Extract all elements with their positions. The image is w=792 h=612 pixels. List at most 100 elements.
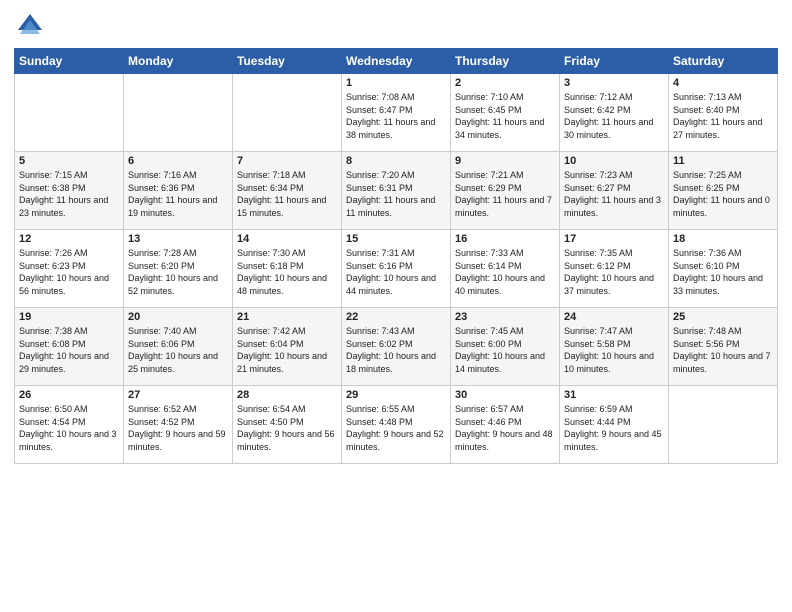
calendar-cell: 9 Sunrise: 7:21 AM Sunset: 6:29 PM Daylig… xyxy=(451,152,560,230)
day-number: 16 xyxy=(455,233,555,245)
day-info: Sunrise: 7:10 AM Sunset: 6:45 PM Dayligh… xyxy=(455,91,555,141)
calendar-cell: 20 Sunrise: 7:40 AM Sunset: 6:06 PM Dayli… xyxy=(124,308,233,386)
calendar-table: SundayMondayTuesdayWednesdayThursdayFrid… xyxy=(14,48,778,464)
day-number: 2 xyxy=(455,77,555,89)
day-number: 9 xyxy=(455,155,555,167)
day-number: 28 xyxy=(237,389,337,401)
page-header xyxy=(14,10,778,42)
day-info: Sunrise: 6:50 AM Sunset: 4:54 PM Dayligh… xyxy=(19,403,119,453)
logo xyxy=(14,10,50,42)
calendar-cell: 16 Sunrise: 7:33 AM Sunset: 6:14 PM Dayli… xyxy=(451,230,560,308)
day-info: Sunrise: 6:57 AM Sunset: 4:46 PM Dayligh… xyxy=(455,403,555,453)
day-number: 29 xyxy=(346,389,446,401)
day-number: 6 xyxy=(128,155,228,167)
calendar-cell: 26Sunrise: 6:50 AM Sunset: 4:54 PM Dayli… xyxy=(15,386,124,464)
weekday-header-monday: Monday xyxy=(124,49,233,74)
calendar-cell: 22 Sunrise: 7:43 AM Sunset: 6:02 PM Dayli… xyxy=(342,308,451,386)
day-info: Sunrise: 6:59 AM Sunset: 4:44 PM Dayligh… xyxy=(564,403,664,453)
day-info: Sunrise: 7:35 AM Sunset: 6:12 PM Dayligh… xyxy=(564,247,664,297)
calendar-cell: 12 Sunrise: 7:26 AM Sunset: 6:23 PM Dayli… xyxy=(15,230,124,308)
day-info: Sunrise: 7:28 AM Sunset: 6:20 PM Dayligh… xyxy=(128,247,228,297)
day-number: 10 xyxy=(564,155,664,167)
weekday-header-friday: Friday xyxy=(560,49,669,74)
week-row-2: 5 Sunrise: 7:15 AM Sunset: 6:38 PM Daylig… xyxy=(15,152,778,230)
day-info: Sunrise: 7:40 AM Sunset: 6:06 PM Dayligh… xyxy=(128,325,228,375)
weekday-header-sunday: Sunday xyxy=(15,49,124,74)
calendar-cell: 29 Sunrise: 6:55 AM Sunset: 4:48 PM Dayli… xyxy=(342,386,451,464)
day-number: 5 xyxy=(19,155,119,167)
day-info: Sunrise: 7:33 AM Sunset: 6:14 PM Dayligh… xyxy=(455,247,555,297)
day-number: 24 xyxy=(564,311,664,323)
calendar-cell: 6Sunrise: 7:16 AM Sunset: 6:36 PM Daylig… xyxy=(124,152,233,230)
calendar-cell: 14 Sunrise: 7:30 AM Sunset: 6:18 PM Dayli… xyxy=(233,230,342,308)
day-number: 8 xyxy=(346,155,446,167)
day-info: Sunrise: 7:38 AM Sunset: 6:08 PM Dayligh… xyxy=(19,325,119,375)
calendar-cell: 13Sunrise: 7:28 AM Sunset: 6:20 PM Dayli… xyxy=(124,230,233,308)
day-number: 30 xyxy=(455,389,555,401)
calendar-cell: 21 Sunrise: 7:42 AM Sunset: 6:04 PM Dayli… xyxy=(233,308,342,386)
week-row-3: 12 Sunrise: 7:26 AM Sunset: 6:23 PM Dayli… xyxy=(15,230,778,308)
day-number: 18 xyxy=(673,233,773,245)
week-row-4: 19 Sunrise: 7:38 AM Sunset: 6:08 PM Dayli… xyxy=(15,308,778,386)
day-info: Sunrise: 7:26 AM Sunset: 6:23 PM Dayligh… xyxy=(19,247,119,297)
calendar-cell: 25 Sunrise: 7:48 AM Sunset: 5:56 PM Dayli… xyxy=(669,308,778,386)
calendar-cell: 19 Sunrise: 7:38 AM Sunset: 6:08 PM Dayli… xyxy=(15,308,124,386)
logo-icon xyxy=(14,10,46,42)
day-info: Sunrise: 7:43 AM Sunset: 6:02 PM Dayligh… xyxy=(346,325,446,375)
day-number: 11 xyxy=(673,155,773,167)
day-number: 7 xyxy=(237,155,337,167)
calendar-cell: 11 Sunrise: 7:25 AM Sunset: 6:25 PM Dayli… xyxy=(669,152,778,230)
day-info: Sunrise: 7:13 AM Sunset: 6:40 PM Dayligh… xyxy=(673,91,773,141)
day-number: 21 xyxy=(237,311,337,323)
day-number: 15 xyxy=(346,233,446,245)
calendar-cell: 23Sunrise: 7:45 AM Sunset: 6:00 PM Dayli… xyxy=(451,308,560,386)
weekday-header-thursday: Thursday xyxy=(451,49,560,74)
day-number: 25 xyxy=(673,311,773,323)
day-number: 12 xyxy=(19,233,119,245)
calendar-cell: 30 Sunrise: 6:57 AM Sunset: 4:46 PM Dayli… xyxy=(451,386,560,464)
day-number: 17 xyxy=(564,233,664,245)
day-number: 22 xyxy=(346,311,446,323)
day-info: Sunrise: 7:30 AM Sunset: 6:18 PM Dayligh… xyxy=(237,247,337,297)
day-info: Sunrise: 7:20 AM Sunset: 6:31 PM Dayligh… xyxy=(346,169,446,219)
calendar-cell: 2 Sunrise: 7:10 AM Sunset: 6:45 PM Daylig… xyxy=(451,74,560,152)
calendar-cell: 7 Sunrise: 7:18 AM Sunset: 6:34 PM Daylig… xyxy=(233,152,342,230)
day-number: 1 xyxy=(346,77,446,89)
day-info: Sunrise: 7:48 AM Sunset: 5:56 PM Dayligh… xyxy=(673,325,773,375)
calendar-cell: 17 Sunrise: 7:35 AM Sunset: 6:12 PM Dayli… xyxy=(560,230,669,308)
day-info: Sunrise: 6:54 AM Sunset: 4:50 PM Dayligh… xyxy=(237,403,337,453)
calendar-cell: 28 Sunrise: 6:54 AM Sunset: 4:50 PM Dayli… xyxy=(233,386,342,464)
week-row-1: 1 Sunrise: 7:08 AM Sunset: 6:47 PM Daylig… xyxy=(15,74,778,152)
day-number: 19 xyxy=(19,311,119,323)
day-info: Sunrise: 7:08 AM Sunset: 6:47 PM Dayligh… xyxy=(346,91,446,141)
calendar-cell: 5 Sunrise: 7:15 AM Sunset: 6:38 PM Daylig… xyxy=(15,152,124,230)
day-number: 14 xyxy=(237,233,337,245)
day-info: Sunrise: 7:31 AM Sunset: 6:16 PM Dayligh… xyxy=(346,247,446,297)
day-info: Sunrise: 6:55 AM Sunset: 4:48 PM Dayligh… xyxy=(346,403,446,453)
calendar-cell xyxy=(124,74,233,152)
calendar-cell xyxy=(233,74,342,152)
day-info: Sunrise: 7:18 AM Sunset: 6:34 PM Dayligh… xyxy=(237,169,337,219)
day-info: Sunrise: 7:25 AM Sunset: 6:25 PM Dayligh… xyxy=(673,169,773,219)
day-info: Sunrise: 7:42 AM Sunset: 6:04 PM Dayligh… xyxy=(237,325,337,375)
day-number: 4 xyxy=(673,77,773,89)
day-number: 20 xyxy=(128,311,228,323)
day-info: Sunrise: 7:21 AM Sunset: 6:29 PM Dayligh… xyxy=(455,169,555,219)
weekday-header-tuesday: Tuesday xyxy=(233,49,342,74)
day-info: Sunrise: 6:52 AM Sunset: 4:52 PM Dayligh… xyxy=(128,403,228,453)
calendar-cell: 27 Sunrise: 6:52 AM Sunset: 4:52 PM Dayli… xyxy=(124,386,233,464)
calendar-cell xyxy=(15,74,124,152)
day-number: 27 xyxy=(128,389,228,401)
calendar-cell: 10Sunrise: 7:23 AM Sunset: 6:27 PM Dayli… xyxy=(560,152,669,230)
day-info: Sunrise: 7:36 AM Sunset: 6:10 PM Dayligh… xyxy=(673,247,773,297)
weekday-header-saturday: Saturday xyxy=(669,49,778,74)
calendar-cell: 18 Sunrise: 7:36 AM Sunset: 6:10 PM Dayli… xyxy=(669,230,778,308)
calendar-cell: 24Sunrise: 7:47 AM Sunset: 5:58 PM Dayli… xyxy=(560,308,669,386)
day-info: Sunrise: 7:15 AM Sunset: 6:38 PM Dayligh… xyxy=(19,169,119,219)
calendar-cell: 15 Sunrise: 7:31 AM Sunset: 6:16 PM Dayli… xyxy=(342,230,451,308)
weekday-header-wednesday: Wednesday xyxy=(342,49,451,74)
calendar-cell: 1 Sunrise: 7:08 AM Sunset: 6:47 PM Daylig… xyxy=(342,74,451,152)
week-row-5: 26Sunrise: 6:50 AM Sunset: 4:54 PM Dayli… xyxy=(15,386,778,464)
calendar-cell: 8 Sunrise: 7:20 AM Sunset: 6:31 PM Daylig… xyxy=(342,152,451,230)
day-number: 23 xyxy=(455,311,555,323)
